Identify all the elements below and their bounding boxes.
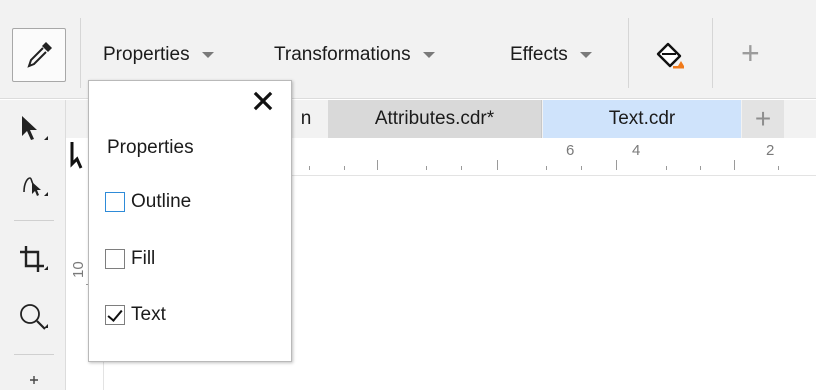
fill-checkbox[interactable] (105, 249, 125, 269)
pointer-arrow-icon (22, 116, 48, 140)
tab-attributes-cdr[interactable]: Attributes.cdr* (328, 100, 542, 138)
option-label: Fill (131, 248, 156, 269)
option-label: Text (131, 304, 166, 325)
effects-menu[interactable]: Effects (510, 38, 592, 72)
popup-title: Properties (107, 137, 194, 158)
chevron-down-icon (422, 52, 435, 58)
ruler-label: 4 (632, 142, 641, 159)
tab-label: Attributes.cdr* (374, 108, 495, 129)
outline-checkbox[interactable] (105, 192, 125, 212)
separator (14, 220, 54, 221)
tab-text-cdr[interactable]: Text.cdr (543, 100, 741, 138)
shape-tool[interactable] (16, 168, 52, 204)
properties-popup: Properties Outline Fill Text (88, 80, 292, 362)
properties-menu-label: Properties (103, 44, 190, 65)
option-label: Outline (131, 191, 192, 212)
ruler-tick (666, 166, 667, 170)
chevron-down-icon (201, 52, 214, 58)
ruler-label: 6 (566, 142, 575, 159)
separator (628, 18, 629, 88)
ruler-tick (309, 166, 310, 170)
transformations-menu[interactable]: Transformations (274, 38, 435, 72)
ruler-label: 2 (766, 142, 775, 159)
fill-bucket-icon (656, 42, 684, 69)
fill-bucket-button[interactable] (655, 40, 687, 77)
separator (80, 18, 81, 88)
zoom-tool[interactable] (16, 300, 52, 336)
shape-node-icon (23, 177, 48, 196)
ruler-tick (377, 160, 378, 170)
ruler-tick (581, 166, 582, 170)
toolbox (0, 100, 66, 390)
pick-tool[interactable] (16, 112, 52, 148)
title-strip (0, 0, 816, 14)
separator (712, 18, 713, 88)
effects-menu-label: Effects (510, 44, 568, 65)
ruler-tick (546, 166, 547, 170)
ruler-tick (344, 166, 345, 170)
properties-menu[interactable]: Properties (103, 38, 214, 72)
transformations-menu-label: Transformations (274, 44, 411, 65)
plus-small-icon (30, 376, 38, 384)
tab-partial[interactable]: n (286, 100, 326, 138)
ruler-tick (461, 166, 462, 170)
close-button[interactable] (251, 89, 275, 113)
new-tab-button[interactable]: + (742, 100, 784, 138)
fill-option[interactable]: Fill (105, 246, 155, 272)
eyedropper-button[interactable] (12, 28, 66, 82)
add-button[interactable]: + (741, 36, 760, 70)
text-checkbox[interactable] (105, 305, 125, 325)
ruler-label: 10 (70, 261, 87, 278)
ruler-tick (616, 160, 617, 170)
close-icon (253, 91, 273, 111)
next-tool[interactable] (16, 370, 52, 390)
ruler-tick (700, 166, 701, 170)
ruler-tick (497, 160, 498, 170)
tab-label: Text.cdr (608, 108, 676, 129)
ruler-tick (426, 166, 427, 170)
chevron-down-icon (579, 52, 592, 58)
ruler-tick (734, 160, 735, 170)
separator (14, 354, 54, 355)
eyedropper-icon (27, 42, 52, 68)
magnifier-icon (20, 304, 48, 330)
text-option[interactable]: Text (105, 302, 166, 328)
outline-option[interactable]: Outline (105, 189, 191, 215)
crop-tool[interactable] (16, 242, 52, 278)
crop-icon (20, 246, 48, 272)
ruler-tick (778, 166, 779, 170)
